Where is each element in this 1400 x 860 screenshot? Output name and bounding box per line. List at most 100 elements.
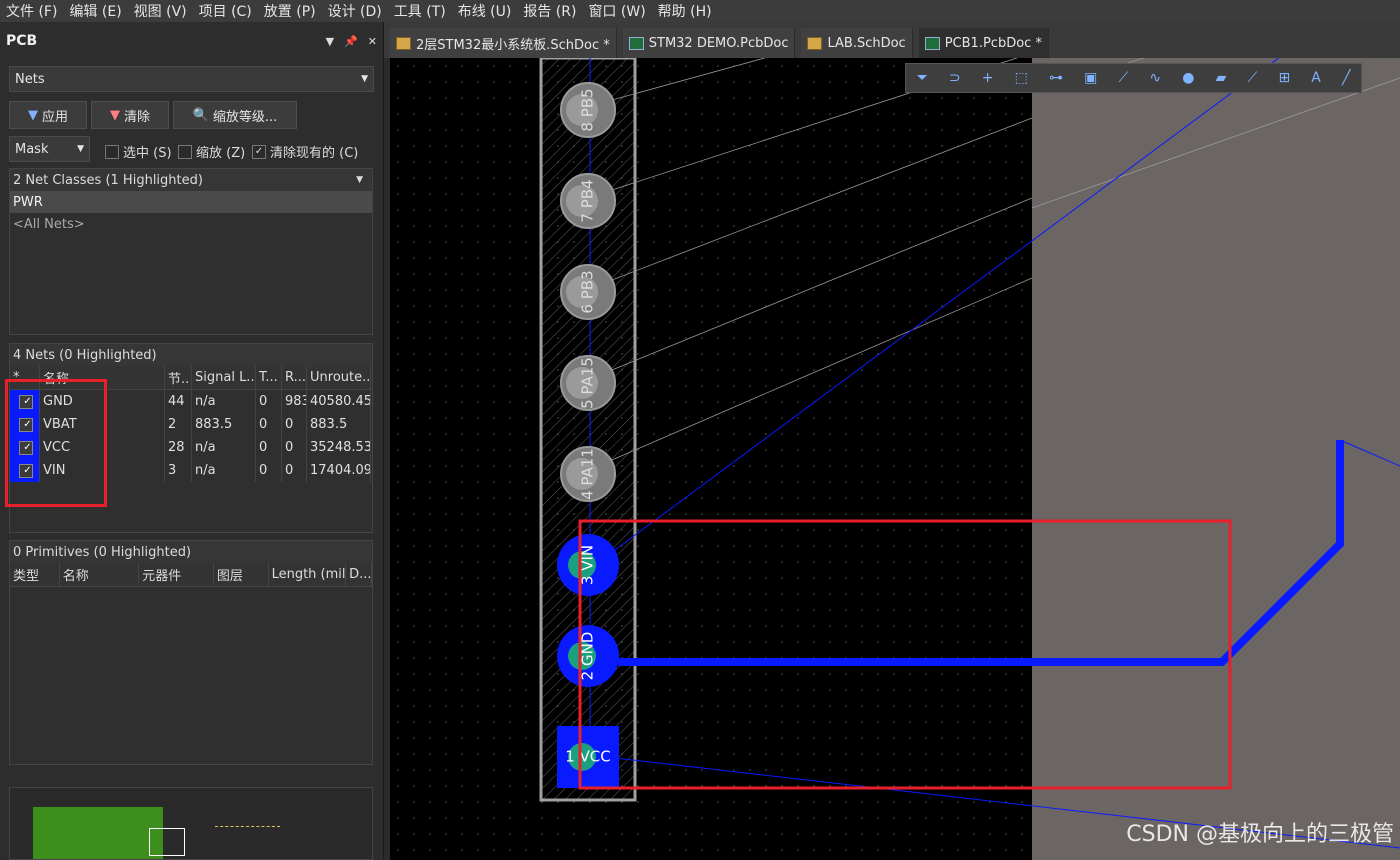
pad-label: 1 VCC	[565, 748, 611, 766]
net-checkbox[interactable]: ✓	[19, 463, 33, 478]
primitives-col-header[interactable]: Length (mil)	[269, 563, 347, 586]
net-row[interactable]: ✓VCC28n/a0035248.537	[10, 436, 372, 459]
checkbox-icon	[178, 144, 192, 159]
nets-title: 4 Nets (0 Highlighted)	[10, 344, 372, 366]
net-cell-unrouted: 40580.451	[307, 390, 371, 413]
board-insight-preview[interactable]	[9, 787, 373, 860]
zoom-checkbox[interactable]: 缩放 (Z)	[178, 142, 245, 161]
panel-mode-select[interactable]: Nets ▼	[9, 66, 374, 92]
panel-menu-icon[interactable]: ▼	[326, 35, 334, 48]
preview-viewport[interactable]	[149, 828, 185, 856]
pad-3[interactable]: 3 VIN	[557, 534, 619, 596]
pad-label: 7 PB4	[579, 179, 597, 222]
chevron-down-icon[interactable]: ▼	[356, 175, 369, 185]
clear-existing-checkbox[interactable]: ✓ 清除现有的 (C)	[252, 142, 358, 161]
pcb-canvas[interactable]: 8 PB5 7 PB4 6 PB3 5 PA15 4 PA11 3 VIN 2 GND 1 V…	[390, 58, 1400, 860]
nets-col-header[interactable]: Signal L...	[192, 366, 256, 389]
align-icon[interactable]: ⊶	[1049, 70, 1063, 86]
nets-col-header[interactable]: *	[10, 366, 40, 389]
polygon-icon[interactable]: ▰	[1216, 70, 1227, 86]
menu-item[interactable]: 视图 (V)	[128, 1, 193, 21]
pcb-icon	[628, 36, 644, 50]
preview-trace	[215, 826, 280, 833]
filter-icon[interactable]: ⏷	[917, 70, 928, 86]
net-cell-name: VBAT	[40, 413, 165, 436]
net-row[interactable]: ✓ GND44n/a098340580.451	[10, 390, 372, 413]
nets-col-header[interactable]: R...	[282, 366, 307, 389]
net-cell-name: VIN	[40, 459, 165, 482]
pad-6[interactable]: 6 PB3	[560, 264, 616, 320]
diff-pair-icon[interactable]: ∿	[1149, 70, 1161, 86]
menu-item[interactable]: 布线 (U)	[452, 1, 518, 21]
nets-col-header[interactable]: 名称	[40, 366, 165, 389]
pad-label: 5 PA15	[579, 357, 597, 409]
pad-label: 8 PB5	[579, 88, 597, 131]
via-icon[interactable]: ●	[1182, 70, 1194, 86]
pad-2[interactable]: 2 GND	[557, 625, 619, 687]
net-row[interactable]: ✓VIN3n/a0017404.095	[10, 459, 372, 482]
panel-title: PCB	[6, 33, 38, 49]
pad-5[interactable]: 5 PA15	[560, 355, 616, 411]
text-icon[interactable]: A	[1311, 70, 1321, 86]
close-icon[interactable]: ✕	[368, 35, 377, 48]
document-tabs: 2层STM32最小系统板.SchDoc * STM32 DEMO.PcbDoc LA…	[384, 22, 1400, 58]
document-tab[interactable]: PCB1.PcbDoc *	[918, 28, 1049, 58]
document-tab[interactable]: LAB.SchDoc	[801, 28, 913, 58]
route-icon[interactable]: ⊃	[949, 70, 961, 86]
track-icon[interactable]: ╱	[1342, 70, 1350, 86]
document-tab[interactable]: 2层STM32最小系统板.SchDoc *	[390, 28, 617, 58]
primitives-col-header[interactable]: 图层	[214, 563, 269, 586]
menu-item[interactable]: 设计 (D)	[322, 1, 388, 21]
interactive-route-icon[interactable]: ⟋	[1118, 70, 1128, 86]
panel-header: PCB ▼ 📌 ✕	[0, 22, 383, 60]
clear-button[interactable]: ▼ 清除	[91, 101, 169, 129]
line-icon[interactable]: ⟋	[1248, 70, 1258, 86]
menu-item[interactable]: 编辑 (E)	[63, 1, 127, 21]
pin-icon[interactable]: 📌	[344, 35, 358, 48]
nets-col-header[interactable]: T...	[256, 366, 282, 389]
net-cell-t: 0	[256, 436, 282, 459]
net-checkbox[interactable]: ✓	[19, 417, 33, 432]
net-cell-r: 0	[282, 459, 307, 482]
menu-item[interactable]: 工具 (T)	[388, 1, 452, 21]
nets-col-header[interactable]: Unroute...	[307, 366, 371, 389]
connector-outline	[539, 58, 637, 802]
net-class-item-all[interactable]: <All Nets>	[10, 213, 372, 235]
menu-item[interactable]: 报告 (R)	[517, 1, 582, 21]
document-tab[interactable]: STM32 DEMO.PcbDoc	[622, 28, 796, 58]
select-rect-icon[interactable]: ⬚	[1015, 70, 1028, 86]
nets-col-header[interactable]: 节..	[165, 366, 192, 389]
net-cell-nodes: 28	[165, 436, 192, 459]
mask-select[interactable]: Mask ▼	[9, 136, 90, 162]
net-class-item-pwr[interactable]: PWR	[10, 191, 372, 213]
net-row[interactable]: ✓ VBAT 2 883.5 0 0 883.5	[10, 413, 372, 436]
primitives-col-header[interactable]: 类型	[10, 563, 60, 586]
dimension-icon[interactable]: ⊞	[1278, 70, 1290, 86]
crosshair-icon[interactable]: +	[982, 70, 994, 86]
pad-1[interactable]: 1 VCC	[557, 726, 619, 788]
primitives-col-header[interactable]: 元器件	[139, 563, 214, 586]
primitives-col-header[interactable]: 名称	[60, 563, 140, 586]
menu-item[interactable]: 文件 (F)	[0, 1, 63, 21]
sch-icon	[807, 36, 823, 50]
primitives-column-header: 类型 名称 元器件 图层 Length (mil) D...	[10, 563, 372, 587]
net-checkbox[interactable]: ✓	[19, 440, 33, 455]
zoom-level-button[interactable]: 🔍 缩放等级...	[173, 101, 297, 129]
canvas-toolbar: ⏷ ⊃ + ⬚ ⊶ ▣ ⟋ ∿ ● ▰ ⟋ ⊞ A ╱	[905, 63, 1362, 93]
net-checkbox[interactable]: ✓	[19, 394, 33, 409]
chevron-down-icon: ▼	[77, 144, 84, 154]
menu-item[interactable]: 窗口 (W)	[582, 1, 651, 21]
pad-8[interactable]: 8 PB5	[560, 82, 616, 138]
primitives-col-header[interactable]: D...	[346, 563, 372, 586]
preview-board	[33, 807, 163, 859]
select-checkbox[interactable]: 选中 (S)	[105, 142, 172, 161]
component-icon[interactable]: ▣	[1084, 70, 1097, 86]
net-cell-nodes: 44	[165, 390, 192, 413]
pad-4[interactable]: 4 PA11	[560, 446, 616, 502]
apply-button[interactable]: ▼ 应用	[9, 101, 87, 129]
menu-item[interactable]: 放置 (P)	[258, 1, 322, 21]
menu-item[interactable]: 帮助 (H)	[652, 1, 718, 21]
pad-7[interactable]: 7 PB4	[560, 173, 616, 229]
sch-icon	[396, 36, 411, 50]
menu-item[interactable]: 项目 (C)	[193, 1, 258, 21]
